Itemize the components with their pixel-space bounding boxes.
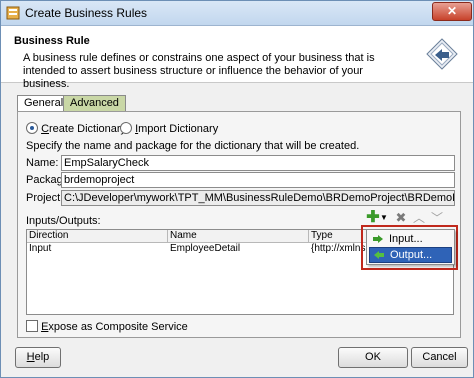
tab-advanced[interactable]: Advanced	[63, 95, 126, 111]
expose-service-label: Expose as Composite Service	[41, 321, 188, 333]
create-dictionary-label: Create Dictionary	[41, 123, 127, 135]
close-icon: ✕	[446, 4, 458, 18]
close-button[interactable]: ✕	[432, 2, 472, 21]
header-panel: Business Rule A business rule defines or…	[1, 26, 473, 90]
header-title: Business Rule	[14, 35, 90, 47]
menu-item-input[interactable]: Input...	[369, 232, 450, 246]
expose-service-checkbox[interactable]	[26, 320, 38, 332]
dictionary-instructions: Specify the name and package for the dic…	[26, 140, 360, 152]
cancel-button[interactable]: Cancel	[411, 347, 468, 368]
project-field: C:\JDeveloper\mywork\TPT_MM\BusinessRule…	[61, 190, 455, 206]
import-dictionary-label: Import Dictionary	[135, 123, 219, 135]
column-header-direction[interactable]: Direction	[27, 230, 168, 243]
create-dictionary-option[interactable]: Create Dictionary	[26, 122, 126, 135]
import-dictionary-radio[interactable]	[120, 122, 132, 134]
delete-icon[interactable]: ✖	[394, 211, 408, 225]
move-down-icon[interactable]: ﹀	[430, 211, 444, 225]
menu-item-input-label: Input...	[389, 233, 423, 245]
create-business-rules-dialog: Create Business Rules ✕ Business Rule A …	[0, 0, 474, 378]
menu-item-output[interactable]: Output...	[369, 247, 452, 263]
name-field[interactable]: EmpSalaryCheck	[61, 155, 455, 171]
title-bar: Create Business Rules ✕	[1, 1, 473, 26]
name-label: Name:	[26, 157, 59, 169]
project-label: Project:	[26, 192, 64, 204]
dropdown-arrow-icon[interactable]: ▼	[380, 211, 388, 225]
create-dictionary-radio[interactable]	[26, 122, 38, 134]
window-title: Create Business Rules	[25, 6, 148, 20]
row-name: EmployeeDetail	[170, 243, 241, 254]
expose-service-option[interactable]: Expose as Composite Service	[26, 320, 188, 333]
move-up-icon[interactable]: ︿	[412, 211, 426, 225]
package-field[interactable]: brdemoproject	[61, 172, 455, 188]
add-icon[interactable]: ✚	[366, 210, 380, 226]
output-arrow-icon	[374, 251, 384, 259]
header-description: A business rule defines or constrains on…	[23, 52, 375, 90]
app-icon	[6, 6, 20, 20]
add-popup-menu: Input... Output...	[366, 229, 455, 265]
row-direction: Input	[29, 243, 52, 254]
column-header-name[interactable]: Name	[168, 230, 309, 243]
import-dictionary-option[interactable]: Import Dictionary	[120, 122, 218, 135]
inputs-outputs-label: Inputs/Outputs:	[26, 215, 101, 227]
help-button[interactable]: Help	[15, 347, 61, 368]
ok-button[interactable]: OK	[338, 347, 408, 368]
input-arrow-icon	[373, 235, 383, 243]
menu-item-output-label: Output...	[390, 249, 433, 261]
business-rule-icon	[426, 38, 458, 70]
